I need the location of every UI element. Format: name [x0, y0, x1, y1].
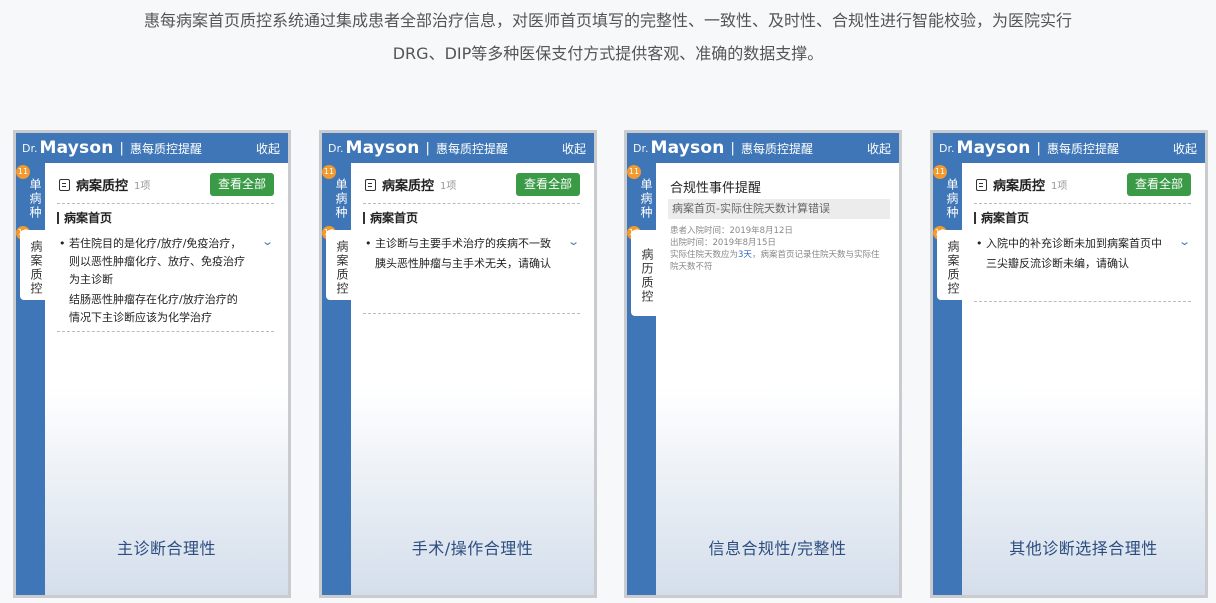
header-title: 惠每质控提醒	[435, 141, 508, 156]
tab-medical-record-qc[interactable]: 病历质控	[631, 230, 656, 316]
header-title: 惠每质控提醒	[740, 141, 813, 156]
brand-logo: Mayson	[956, 138, 1031, 158]
intro-line-1: 惠每病案首页质控系统通过集成患者全部治疗信息，对医师首页填写的完整性、一致性、及…	[143, 11, 1072, 30]
card-header: Dr. Mayson | 惠每质控提醒 收起	[16, 133, 288, 163]
tab-record-qc[interactable]: 病案质控	[326, 230, 351, 300]
brand-prefix: Dr.	[22, 141, 38, 155]
chevron-down-icon[interactable]: ⌄	[567, 235, 580, 248]
item-detail: 三尖瓣反流诊断未编，请确认	[986, 257, 1129, 270]
bullet: •	[365, 237, 372, 250]
intro-text: 惠每病案首页质控系统通过集成患者全部治疗信息，对医师首页填写的完整性、一致性、及…	[0, 4, 1216, 70]
discharge-time: 出院时间：2019年8月15日	[670, 238, 776, 248]
qc-count: 1项	[134, 181, 151, 192]
intro-line-2: DRG、DIP等多种医保支付方式提供客观、准确的数据支撑。	[392, 44, 824, 63]
qc-header: 病案质控 1项	[976, 175, 1067, 194]
divider	[57, 203, 274, 204]
card-header: Dr. Mayson | 惠每质控提醒 收起	[933, 133, 1205, 163]
header-separator: |	[119, 140, 124, 156]
view-all-button[interactable]: 查看全部	[1127, 173, 1191, 196]
card-content: 合规性事件提醒 病案首页-实际住院天数计算错误 患者入院时间：2019年8月12…	[656, 163, 899, 595]
document-check-icon	[59, 178, 70, 191]
card-caption: 手术/操作合理性	[411, 539, 534, 558]
qc-card-compliance: Dr. Mayson | 惠每质控提醒 收起 11 单病种 16 病历质控 合规…	[624, 130, 902, 598]
qc-card-main-diagnosis: Dr. Mayson | 惠每质控提醒 收起 11 单病种 16 病案质控 病案…	[13, 130, 291, 598]
list-item[interactable]: • 入院中的补充诊断未加到病案首页中 三尖瓣反流诊断未编，请确认	[976, 235, 1162, 273]
header-separator: |	[1036, 140, 1041, 156]
bullet: •	[976, 237, 983, 250]
header-separator: |	[425, 140, 430, 156]
qc-count: 1项	[1051, 181, 1068, 192]
tab-single-disease[interactable]: 单病种	[631, 169, 654, 225]
card-caption: 其他诊断选择合理性	[1009, 539, 1158, 558]
view-all-button[interactable]: 查看全部	[210, 173, 274, 196]
header-title: 惠每质控提醒	[129, 141, 202, 156]
view-all-button[interactable]: 查看全部	[516, 173, 580, 196]
event-title: 合规性事件提醒	[670, 181, 762, 196]
card-header: Dr. Mayson | 惠每质控提醒 收起	[322, 133, 594, 163]
card-content: 病案质控 1项 查看全部 病案首页 • 若住院目的是化疗/放疗/免疫治疗，则以恶…	[45, 163, 288, 595]
qc-title: 病案质控	[76, 179, 129, 194]
document-check-icon	[976, 178, 987, 191]
qc-card-surgery: Dr. Mayson | 惠每质控提醒 收起 11 单病种 16 病案质控 病案…	[319, 130, 597, 598]
header-separator: |	[730, 140, 735, 156]
qc-header: 病案质控 1项	[59, 175, 150, 194]
qc-title: 病案质控	[993, 179, 1046, 194]
card-header: Dr. Mayson | 惠每质控提醒 收起	[627, 133, 899, 163]
header-title: 惠每质控提醒	[1046, 141, 1119, 156]
qc-title: 病案质控	[382, 179, 435, 194]
brand-prefix: Dr.	[939, 141, 955, 155]
card-caption: 信息合规性/完整性	[708, 539, 847, 558]
collapse-button[interactable]: 收起	[256, 140, 280, 157]
collapse-button[interactable]: 收起	[867, 140, 891, 157]
section-title: 病案首页	[57, 212, 112, 224]
list-item[interactable]: • 若住院目的是化疗/放疗/免疫治疗，则以恶性肿瘤化疗、放疗、免疫治疗为主诊断 …	[59, 235, 245, 327]
chevron-down-icon[interactable]: ⌄	[261, 235, 274, 248]
detail-highlight: 3天	[738, 250, 752, 260]
event-subtitle: 病案首页-实际住院天数计算错误	[668, 199, 890, 219]
qc-card-other-diagnosis: Dr. Mayson | 惠每质控提醒 收起 11 单病种 16 病案质控 病案…	[930, 130, 1208, 598]
brand-logo: Mayson	[39, 138, 114, 158]
qc-header: 病案质控 1项	[365, 175, 456, 194]
item-detail: 结肠恶性肿瘤存在化疗/放疗治疗的情况下主诊断应该为化学治疗	[69, 293, 238, 324]
divider	[363, 313, 580, 314]
brand-prefix: Dr.	[633, 141, 649, 155]
item-text: 若住院目的是化疗/放疗/免疫治疗，则以恶性肿瘤化疗、放疗、免疫治疗为主诊断	[69, 237, 245, 286]
qc-count: 1项	[440, 181, 457, 192]
divider	[363, 203, 580, 204]
chevron-down-icon[interactable]: ⌄	[1178, 235, 1191, 248]
document-check-icon	[365, 178, 376, 191]
collapse-button[interactable]: 收起	[1173, 140, 1197, 157]
admit-time: 患者入院时间：2019年8月12日	[670, 226, 793, 236]
item-text: 主诊断与主要手术治疗的疾病不一致	[375, 237, 551, 250]
tab-single-disease[interactable]: 单病种	[937, 169, 960, 225]
tab-record-qc[interactable]: 病案质控	[937, 230, 962, 300]
card-content: 病案质控 1项 查看全部 病案首页 • 主诊断与主要手术治疗的疾病不一致 胰头恶…	[351, 163, 594, 595]
section-title: 病案首页	[363, 212, 418, 224]
section-title: 病案首页	[974, 212, 1029, 224]
brand-logo: Mayson	[650, 138, 725, 158]
brand-prefix: Dr.	[328, 141, 344, 155]
event-details: 患者入院时间：2019年8月12日 出院时间：2019年8月15日 实际住院天数…	[670, 225, 880, 273]
detail-before: 实际住院天数应为	[670, 250, 739, 260]
item-text: 入院中的补充诊断未加到病案首页中	[986, 237, 1162, 250]
divider	[974, 301, 1191, 302]
tab-single-disease[interactable]: 单病种	[20, 169, 43, 225]
list-item[interactable]: • 主诊断与主要手术治疗的疾病不一致 胰头恶性肿瘤与主手术无关，请确认	[365, 235, 551, 273]
card-content: 病案质控 1项 查看全部 病案首页 • 入院中的补充诊断未加到病案首页中 三尖瓣…	[962, 163, 1205, 595]
event-detail: 实际住院天数应为3天，病案首页记录住院天数与实际住院天数不符	[670, 249, 880, 273]
tab-record-qc[interactable]: 病案质控	[20, 230, 45, 300]
bullet: •	[59, 237, 66, 250]
collapse-button[interactable]: 收起	[562, 140, 586, 157]
divider	[57, 331, 274, 332]
tab-single-disease[interactable]: 单病种	[326, 169, 349, 225]
brand-logo: Mayson	[345, 138, 420, 158]
divider	[974, 203, 1191, 204]
card-caption: 主诊断合理性	[116, 539, 216, 558]
item-detail: 胰头恶性肿瘤与主手术无关，请确认	[375, 257, 551, 270]
